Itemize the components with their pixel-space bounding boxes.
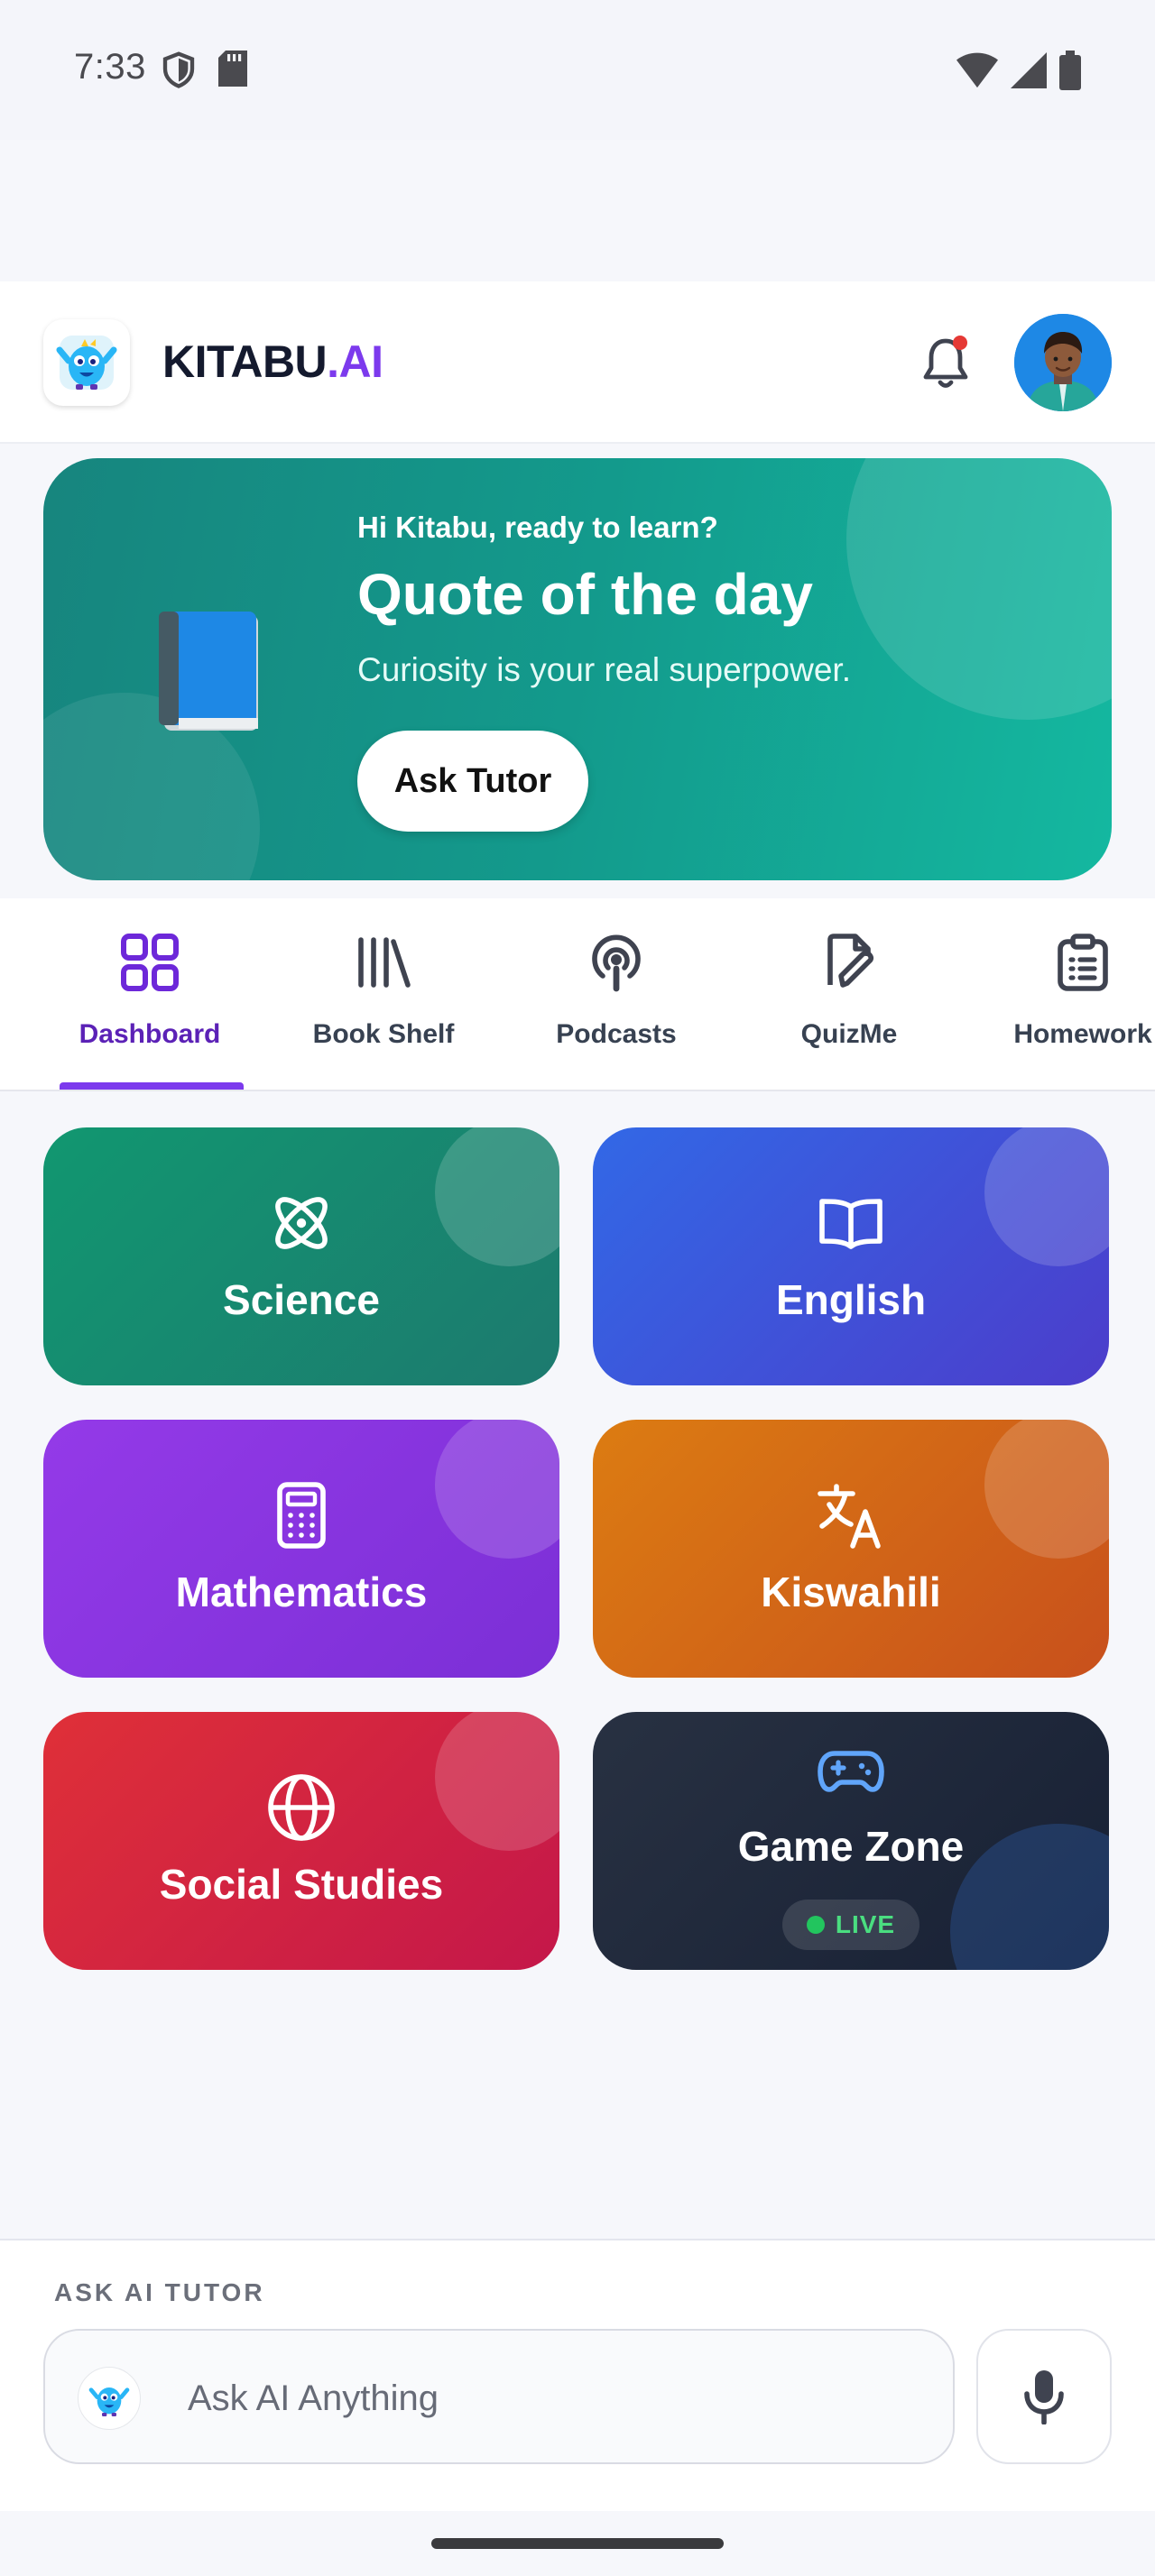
live-dot [806,1916,825,1934]
ask-ai-panel: ASK AI TUTOR [0,2239,1155,2511]
subject-card-english[interactable]: English [593,1127,1109,1385]
brand-primary: KITABU [162,336,328,387]
section-tabs: Dashboard Book Shelf Podcasts QuizMe Hom… [0,898,1155,1091]
app-header: KITABU.AI [0,281,1155,444]
translate-icon [815,1479,887,1551]
subject-card-kiswahili[interactable]: Kiswahili [593,1420,1109,1678]
tab-label: Homework [1013,1019,1152,1049]
tab-label: Book Shelf [312,1019,455,1049]
book-icon [159,612,262,737]
wifi-icon [956,52,998,93]
calculator-icon [265,1479,337,1551]
tab-quizme[interactable]: QuizMe [750,931,948,1075]
subject-card-mathematics[interactable]: Mathematics [43,1420,559,1678]
subject-title: Science [223,1276,380,1323]
status-time: 7:33 [74,47,146,87]
battery-icon [1059,51,1081,95]
active-tab-indicator [60,1082,244,1090]
app-logo[interactable] [43,319,130,406]
podcast-icon [585,931,648,994]
clipboard-icon [1051,931,1114,994]
sd-card-icon [218,51,247,95]
microphone-icon [1024,2370,1064,2424]
cellular-signal-icon [1011,52,1047,93]
subject-card-social-studies[interactable]: Social Studies [43,1712,559,1970]
greeting-text: Hi Kitabu, ready to learn? [357,511,718,544]
avatar[interactable] [1014,314,1112,411]
subject-title: Game Zone [737,1823,965,1870]
mascot-icon [78,2367,141,2430]
subject-title: Social Studies [159,1861,444,1908]
subject-title: English [775,1276,927,1323]
subject-title: Mathematics [175,1569,428,1615]
tab-label: Podcasts [556,1019,677,1049]
tab-podcasts[interactable]: Podcasts [517,931,716,1075]
notification-dot [953,336,967,350]
quiz-icon [818,931,881,994]
tab-dashboard[interactable]: Dashboard [51,931,249,1075]
quote-title: Quote of the day [357,562,813,627]
grid-icon [118,931,181,994]
subject-title: Kiswahili [761,1569,941,1615]
subject-card-game-zone[interactable]: Game Zone LIVE [593,1712,1109,1970]
subject-card-science[interactable]: Science [43,1127,559,1385]
live-label: LIVE [835,1910,896,1938]
mascot-icon [56,336,117,390]
quote-hero-card: Hi Kitabu, ready to learn? Quote of the … [43,458,1112,880]
library-icon [352,931,415,994]
ask-input-container[interactable] [43,2329,955,2464]
tab-label: Dashboard [79,1019,221,1049]
tab-book-shelf[interactable]: Book Shelf [284,931,483,1075]
atom-icon [265,1187,337,1259]
ask-ai-label: ASK AI TUTOR [54,2278,265,2306]
gamepad-icon [815,1735,887,1808]
brand-name: KITABU.AI [162,336,383,388]
tab-homework[interactable]: Homework [984,931,1155,1075]
live-badge: LIVE [782,1900,919,1950]
ask-ai-input[interactable] [188,2367,910,2430]
shield-icon [161,51,197,95]
brand-accent: .AI [327,336,383,387]
home-indicator[interactable] [431,2538,724,2549]
quote-text: Curiosity is your real superpower. [357,651,851,688]
microphone-button[interactable] [976,2329,1112,2464]
status-bar: 7:33 [0,0,1155,140]
globe-icon [265,1771,337,1844]
open-book-icon [815,1187,887,1259]
tab-label: QuizMe [800,1019,898,1049]
ask-tutor-button[interactable]: Ask Tutor [357,731,588,832]
